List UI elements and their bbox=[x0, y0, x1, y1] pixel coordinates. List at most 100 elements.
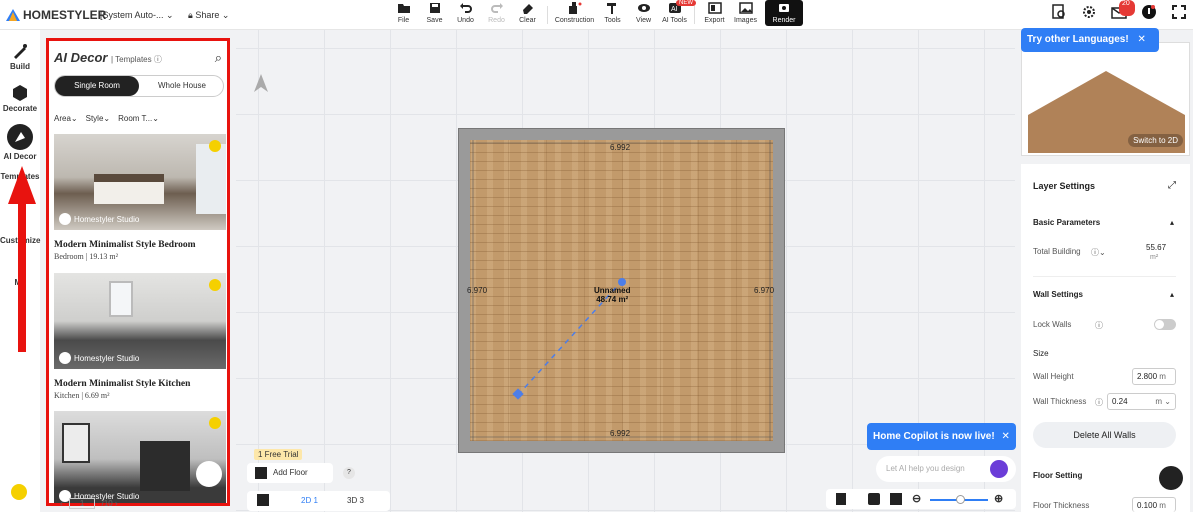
file-button[interactable]: File bbox=[388, 0, 419, 30]
fit-view-icon[interactable] bbox=[890, 493, 902, 505]
room-name: Unnamed bbox=[594, 286, 631, 295]
info-icon[interactable]: ⓘ bbox=[1095, 320, 1103, 331]
filter-area[interactable]: Area⌄ bbox=[54, 114, 78, 123]
construction-label: Construction bbox=[554, 17, 595, 24]
wall-settings-header[interactable]: Wall Settings bbox=[1033, 290, 1083, 299]
construction-icon bbox=[568, 2, 581, 14]
floor-thickness-value: 0.100 bbox=[1137, 501, 1158, 510]
ai-decor-icon bbox=[7, 124, 33, 150]
clear-button[interactable]: Clear bbox=[512, 0, 543, 30]
images-button[interactable]: Images bbox=[730, 0, 761, 30]
page-input[interactable]: 1 bbox=[68, 498, 96, 509]
delete-all-walls-button[interactable]: Delete All Walls bbox=[1033, 422, 1176, 448]
mail-icon[interactable]: 20 bbox=[1111, 0, 1135, 20]
info-icon[interactable]: ⓘ bbox=[154, 55, 162, 64]
next-page-icon[interactable]: › bbox=[115, 499, 118, 508]
copilot-avatar-icon[interactable] bbox=[990, 460, 1008, 478]
info-icon[interactable]: ⓘ bbox=[1095, 397, 1103, 408]
nav-decorate-label: Decorate bbox=[2, 104, 38, 113]
expand-icon[interactable]: ⤢ bbox=[1168, 180, 1176, 191]
undo-button[interactable]: Undo bbox=[450, 0, 481, 30]
tab-single-room[interactable]: Single Room bbox=[55, 76, 139, 96]
free-trial-badge: 1 Free Trial bbox=[254, 449, 303, 460]
help-icon[interactable]: ? bbox=[343, 467, 355, 479]
view-button[interactable]: View bbox=[628, 0, 659, 30]
ai-badge-icon bbox=[209, 279, 221, 291]
close-icon[interactable]: ✕ bbox=[1137, 34, 1145, 45]
wall-art-image bbox=[62, 423, 90, 463]
camera-icon[interactable] bbox=[868, 493, 880, 505]
floor-thickness-input[interactable]: 0.100 m bbox=[1132, 497, 1176, 512]
template-author: Homestyler Studio bbox=[74, 354, 140, 363]
dimension-right[interactable]: 6.970 bbox=[754, 286, 774, 295]
zoom-out-icon[interactable]: ⊖ bbox=[912, 492, 921, 505]
render-icon bbox=[779, 4, 789, 12]
wall-thickness-select[interactable]: 0.24 m ⌄ bbox=[1107, 393, 1176, 410]
view-label: View bbox=[635, 17, 652, 24]
language-tooltip[interactable]: Try other Languages! ✕ bbox=[1021, 28, 1159, 52]
lock-icon[interactable] bbox=[836, 493, 846, 505]
nav-ai-decor[interactable]: AI Decor bbox=[0, 124, 40, 161]
export-button[interactable]: Export bbox=[699, 0, 730, 30]
zoom-in-icon[interactable]: ⊕ bbox=[994, 492, 1003, 505]
feedback-icon[interactable] bbox=[1159, 466, 1183, 490]
basic-parameters-header[interactable]: Basic Parameters bbox=[1033, 218, 1100, 227]
save-button[interactable]: Save bbox=[419, 0, 450, 30]
info-icon[interactable]: ⓘ⌄ bbox=[1091, 247, 1106, 258]
template-image: Homestyler Studio bbox=[54, 273, 226, 369]
share-button[interactable]: 🔒︎ Share ⌄ bbox=[188, 10, 229, 21]
dimension-left[interactable]: 6.970 bbox=[467, 286, 487, 295]
project-name-dropdown[interactable]: [System Auto-... ⌄ bbox=[100, 10, 174, 21]
collapse-icon[interactable]: ▴ bbox=[1170, 218, 1174, 227]
switch-2d-button[interactable]: Switch to 2D bbox=[1128, 134, 1183, 147]
search-icon[interactable]: ⌕ bbox=[215, 50, 222, 66]
3d-preview[interactable]: Switch to 2D bbox=[1021, 42, 1190, 156]
redo-button[interactable]: Redo bbox=[481, 0, 512, 30]
filter-area-label: Area bbox=[54, 114, 71, 123]
file-label: File bbox=[397, 17, 410, 24]
dimension-top[interactable]: 6.992 bbox=[610, 143, 630, 152]
copilot-placeholder: Let AI help you design bbox=[886, 464, 965, 473]
render-button[interactable]: Render bbox=[765, 0, 803, 26]
filter-style[interactable]: Style⌄ bbox=[86, 114, 111, 123]
copilot-banner[interactable]: Home Copilot is now live! ✕ bbox=[867, 423, 1016, 450]
tab-whole-house[interactable]: Whole House bbox=[140, 76, 224, 96]
prev-page-icon[interactable]: ‹ bbox=[60, 499, 63, 508]
filter-room-type[interactable]: Room T...⌄ bbox=[118, 114, 159, 123]
construction-button[interactable]: Construction bbox=[552, 0, 597, 30]
collapse-icon[interactable]: ▴ bbox=[1170, 290, 1174, 299]
template-card[interactable]: Homestyler Studio bbox=[54, 411, 226, 503]
close-icon[interactable]: ✕ bbox=[1001, 431, 1009, 442]
nav-build[interactable]: Build bbox=[0, 42, 40, 71]
layer-settings-title: Layer Settings bbox=[1033, 181, 1096, 191]
lock-walls-toggle[interactable] bbox=[1154, 319, 1176, 330]
tools-button[interactable]: Tools bbox=[597, 0, 628, 30]
template-card[interactable]: Homestyler Studio Modern Minimalist Styl… bbox=[54, 273, 226, 400]
floor-setting-header[interactable]: Floor Setting bbox=[1033, 471, 1082, 480]
gear-icon[interactable] bbox=[1081, 4, 1097, 20]
add-floor-button[interactable]: Add Floor ? bbox=[247, 463, 355, 483]
main-toolbar: File Save Undo Redo Clear Construction T… bbox=[388, 0, 803, 30]
floorplan-mode-icon[interactable] bbox=[257, 494, 269, 506]
dimension-bottom[interactable]: 6.992 bbox=[610, 429, 630, 438]
compass-icon[interactable] bbox=[254, 74, 268, 92]
chat-bot-icon[interactable] bbox=[196, 461, 222, 487]
info-icon[interactable] bbox=[1141, 4, 1157, 20]
copilot-input[interactable]: Let AI help you design bbox=[876, 456, 1016, 482]
build-icon bbox=[11, 42, 29, 60]
wall-height-input[interactable]: 2.800 m bbox=[1132, 368, 1176, 385]
template-card[interactable]: Homestyler Studio Modern Minimalist Styl… bbox=[54, 134, 226, 261]
folder-icon bbox=[397, 4, 410, 13]
search-doc-icon[interactable] bbox=[1051, 4, 1067, 20]
nav-decorate[interactable]: Decorate bbox=[0, 84, 40, 113]
zoom-slider-handle[interactable] bbox=[956, 495, 965, 504]
bed-image bbox=[94, 174, 164, 204]
templates-link[interactable]: | Templates ⓘ bbox=[111, 54, 162, 65]
app-name: HOMESTYLER bbox=[23, 8, 107, 22]
view-3d-button[interactable]: 3D 3 bbox=[347, 496, 364, 505]
fullscreen-icon[interactable] bbox=[1171, 4, 1187, 20]
view-2d-button[interactable]: 2D 1 bbox=[301, 496, 318, 505]
logo[interactable]: HOMESTYLER bbox=[6, 8, 106, 22]
assistant-avatar-icon[interactable] bbox=[11, 484, 27, 500]
room-label[interactable]: Unnamed 48.74 m² bbox=[594, 286, 630, 304]
